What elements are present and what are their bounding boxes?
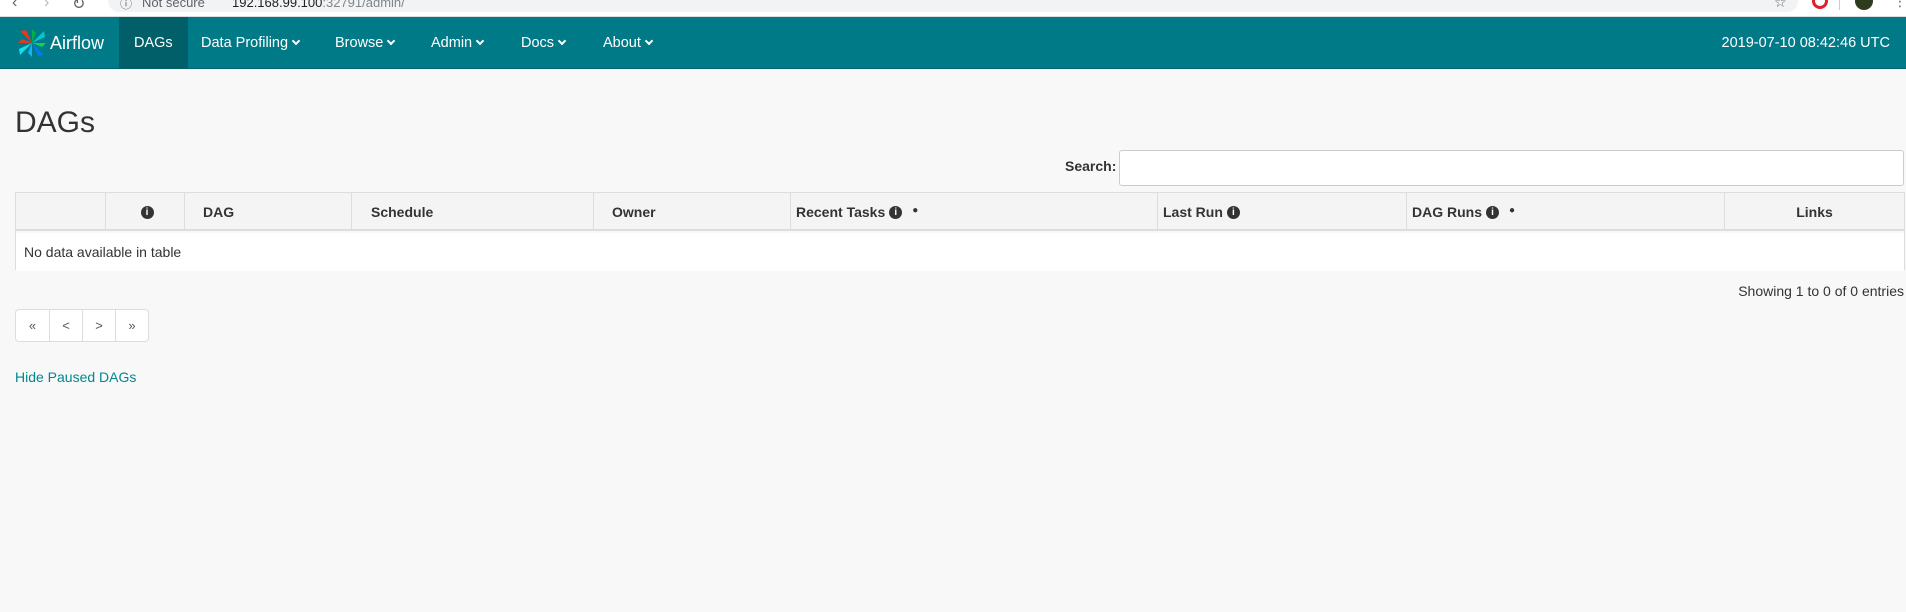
sort-icon: ●	[1509, 205, 1516, 216]
col-last-run[interactable]: Last Run i	[1157, 193, 1406, 231]
chevron-down-icon	[644, 36, 654, 46]
toolbar-divider	[1839, 0, 1840, 10]
chevron-down-icon	[557, 36, 567, 46]
chevron-down-icon	[475, 36, 485, 46]
bookmark-star-icon[interactable]: ☆	[1774, 0, 1787, 11]
col-dag-runs[interactable]: DAG Runs i ●	[1406, 193, 1724, 231]
browser-toolbar: ‹ › ↻ ⓘ Not secure 192.168.99.100:32791/…	[0, 0, 1906, 17]
col-schedule[interactable]: Schedule	[351, 193, 593, 231]
pagination: « < > »	[15, 309, 149, 342]
table-header: i DAG Schedule Owner Recent Tasks i ● Last…	[16, 193, 1904, 231]
nav-data-profiling[interactable]: Data Profiling	[186, 17, 314, 69]
info-icon[interactable]: i	[889, 205, 903, 219]
reload-icon[interactable]: ↻	[72, 0, 85, 14]
chevron-down-icon	[291, 36, 301, 46]
profile-avatar[interactable]	[1855, 0, 1873, 10]
col-pause-toggle	[16, 193, 105, 231]
airflow-logo-icon	[18, 29, 46, 57]
search-input[interactable]	[1119, 150, 1904, 186]
entries-info: Showing 1 to 0 of 0 entries	[1738, 283, 1904, 299]
col-dag[interactable]: DAG	[184, 193, 351, 231]
col-owner[interactable]: Owner	[593, 193, 790, 231]
security-label: Not secure	[142, 0, 205, 10]
forward-icon[interactable]: ›	[44, 0, 49, 12]
nav-dags[interactable]: DAGs	[119, 17, 188, 69]
first-page-button[interactable]: «	[16, 310, 49, 341]
utc-clock: 2019-07-10 08:42:46 UTC	[1721, 35, 1890, 51]
col-links[interactable]: Links	[1724, 193, 1904, 231]
prev-page-button[interactable]: <	[49, 310, 82, 341]
page-title: DAGs	[15, 106, 96, 139]
last-page-button[interactable]: »	[115, 310, 148, 341]
hide-paused-dags-link[interactable]: Hide Paused DAGs	[15, 369, 136, 385]
nav-docs[interactable]: Docs	[506, 17, 580, 69]
info-icon[interactable]: i	[1486, 205, 1499, 219]
nav-admin[interactable]: Admin	[416, 17, 498, 69]
brand-link[interactable]: Airflow	[16, 17, 104, 69]
browser-menu-icon[interactable]: ⋮	[1893, 0, 1906, 10]
top-navbar: Airflow DAGs Data Profiling Browse Admin…	[0, 17, 1906, 69]
info-icon[interactable]: ⓘ	[120, 0, 132, 12]
brand-name: Airflow	[50, 32, 105, 53]
next-page-button[interactable]: >	[82, 310, 115, 341]
nav-about[interactable]: About	[588, 17, 667, 69]
sort-icon: ●	[912, 205, 919, 216]
info-icon[interactable]: i	[1226, 205, 1240, 219]
col-info: i	[105, 193, 184, 231]
chevron-down-icon	[387, 36, 396, 46]
info-icon[interactable]: i	[140, 205, 154, 219]
url-text[interactable]: 192.168.99.100:32791/admin/	[232, 0, 405, 10]
back-icon[interactable]: ‹	[12, 0, 17, 12]
dags-table: i DAG Schedule Owner Recent Tasks i ● Last…	[15, 192, 1905, 271]
col-recent-tasks[interactable]: Recent Tasks i ●	[790, 193, 1157, 231]
nav-browse[interactable]: Browse	[320, 17, 409, 69]
search-label: Search:	[1065, 158, 1117, 174]
opera-extension-icon[interactable]	[1812, 0, 1828, 9]
empty-table-row: No data available in table	[16, 233, 1904, 271]
